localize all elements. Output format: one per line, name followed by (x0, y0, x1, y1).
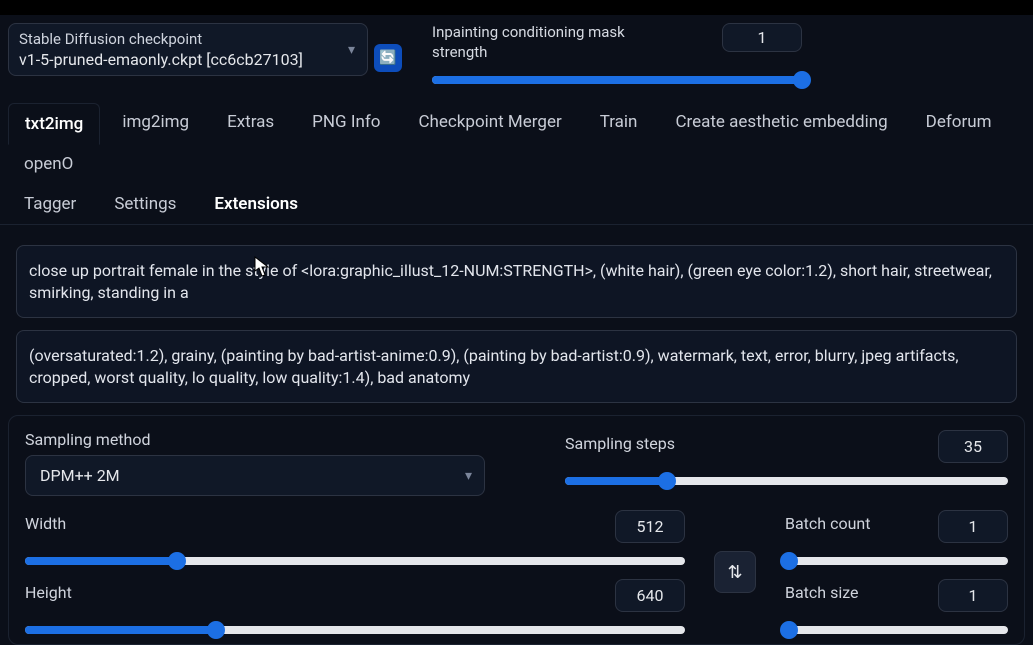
tab-openo[interactable]: openO (8, 144, 89, 184)
width-label: Width (25, 514, 66, 533)
tab-txt2img[interactable]: txt2img (8, 103, 100, 145)
negative-prompt[interactable]: (oversaturated:1.2), grainy, (painting b… (16, 330, 1017, 403)
mask-strength-value[interactable]: 1 (722, 23, 802, 52)
tab-aesthetic-embedding[interactable]: Create aesthetic embedding (659, 102, 903, 144)
refresh-button[interactable]: 🔄 (374, 44, 402, 72)
batch-count-label: Batch count (785, 514, 870, 533)
negative-prompt-text: (oversaturated:1.2), grainy, (painting b… (29, 346, 959, 387)
sampling-method-label: Sampling method (25, 430, 505, 449)
sampling-method-value: DPM++ 2M (40, 466, 120, 485)
sampling-steps-slider[interactable] (565, 477, 1008, 485)
positive-prompt-text: close up portrait female in the style of… (29, 261, 992, 302)
prompt-panel: close up portrait female in the style of… (8, 235, 1025, 403)
batch-count-value[interactable]: 1 (938, 510, 1008, 543)
tab-extensions[interactable]: Extensions (198, 184, 314, 224)
chevron-down-icon: ▾ (465, 468, 472, 484)
sampling-steps-label: Sampling steps (565, 434, 675, 453)
tab-deforum[interactable]: Deforum (910, 102, 1008, 144)
swap-dimensions-button[interactable]: ⇅ (714, 551, 756, 593)
tab-settings[interactable]: Settings (98, 184, 192, 224)
checkpoint-value: v1-5-pruned-emaonly.ckpt [cc6cb27103] (19, 50, 357, 69)
height-label: Height (25, 583, 72, 602)
generation-settings-panel: Sampling method DPM++ 2M ▾ Sampling step… (8, 415, 1025, 645)
mask-strength-label: Inpainting conditioning mask strength (432, 23, 632, 62)
tab-train[interactable]: Train (584, 102, 654, 144)
tab-checkpoint-merger[interactable]: Checkpoint Merger (402, 102, 577, 144)
height-value[interactable]: 640 (615, 579, 685, 612)
batch-size-label: Batch size (785, 583, 859, 602)
swap-icon: ⇅ (727, 562, 742, 583)
checkpoint-label: Stable Diffusion checkpoint (19, 30, 357, 48)
tab-pnginfo[interactable]: PNG Info (296, 102, 396, 144)
positive-prompt[interactable]: close up portrait female in the style of… (16, 245, 1017, 318)
mask-strength-block: Inpainting conditioning mask strength 1 (432, 23, 802, 84)
batch-count-slider[interactable] (785, 557, 1008, 565)
header-row: Stable Diffusion checkpoint v1-5-pruned-… (0, 15, 1033, 92)
main-tabs: txt2img img2img Extras PNG Info Checkpoi… (0, 92, 1033, 225)
refresh-icon: 🔄 (379, 50, 396, 66)
batch-size-value[interactable]: 1 (938, 579, 1008, 612)
sampling-steps-value[interactable]: 35 (938, 430, 1008, 463)
height-slider[interactable] (25, 626, 685, 634)
width-value[interactable]: 512 (615, 510, 685, 543)
checkpoint-block: Stable Diffusion checkpoint v1-5-pruned-… (8, 23, 402, 76)
tab-img2img[interactable]: img2img (106, 102, 205, 144)
tab-tagger[interactable]: Tagger (8, 184, 92, 224)
batch-size-slider[interactable] (785, 626, 1008, 634)
window-top-bar (0, 0, 1033, 15)
checkpoint-select[interactable]: Stable Diffusion checkpoint v1-5-pruned-… (8, 23, 368, 76)
tab-extras[interactable]: Extras (211, 102, 290, 144)
sampling-method-select[interactable]: DPM++ 2M ▾ (25, 455, 485, 496)
mask-strength-slider[interactable] (432, 76, 802, 84)
text-cursor-icon (254, 256, 270, 284)
width-slider[interactable] (25, 557, 685, 565)
